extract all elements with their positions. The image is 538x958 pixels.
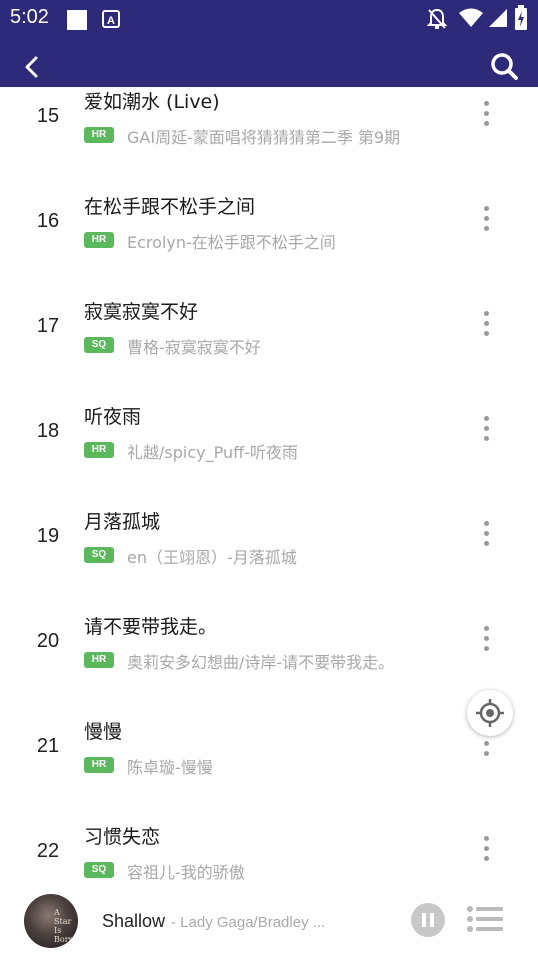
quality-badge: HR: [84, 757, 114, 773]
more-options-button[interactable]: [474, 626, 498, 656]
more-options-button[interactable]: [474, 521, 498, 551]
song-subtitle: 容祖儿-我的骄傲: [127, 863, 245, 882]
song-title: 寂寞寂寞不好: [84, 301, 199, 323]
song-number: 18: [36, 420, 60, 442]
song-number: 22: [36, 840, 60, 862]
song-title: 月落孤城: [84, 511, 161, 533]
song-subtitle: GAI周延-蒙面唱将猜猜猜第二季 第9期: [127, 128, 401, 147]
wifi-icon: [459, 8, 483, 27]
locate-current-button[interactable]: [467, 690, 513, 736]
song-row[interactable]: 19 月落孤城 SQ en（王翊恩）-月落孤城: [0, 507, 538, 612]
song-row[interactable]: 18 听夜雨 HR 礼越/spicy_Puff-听夜雨: [0, 402, 538, 507]
song-title: 听夜雨: [84, 406, 142, 428]
now-playing-artist: - Lady Gaga/Bradley ...: [171, 914, 326, 931]
svg-text:A: A: [107, 15, 115, 27]
playlist-button[interactable]: [466, 905, 504, 935]
album-art[interactable]: A Star Is Born: [24, 894, 78, 948]
playlist-icon: [467, 906, 503, 932]
search-button[interactable]: [484, 45, 524, 85]
more-options-button[interactable]: [474, 101, 498, 131]
song-number: 15: [36, 105, 60, 127]
quality-badge: HR: [84, 652, 114, 668]
quality-badge: HR: [84, 442, 114, 458]
song-title: 在松手跟不松手之间: [84, 196, 256, 218]
song-number: 21: [36, 735, 60, 757]
a-notification-icon: A: [102, 10, 120, 28]
song-subtitle: 曹格-寂寞寂寞不好: [127, 338, 261, 357]
quality-badge: SQ: [84, 547, 114, 563]
battery-charging-icon: [515, 5, 527, 30]
more-options-button[interactable]: [474, 416, 498, 446]
square-notification-icon: [67, 10, 87, 30]
song-title: 请不要带我走。: [84, 616, 218, 638]
pause-button[interactable]: [411, 903, 445, 937]
mini-player[interactable]: A Star Is Born Shallow - Lady Gaga/Bradl…: [0, 887, 538, 958]
crosshair-icon: [476, 699, 504, 727]
pause-icon: [422, 913, 426, 927]
app-bar: [0, 37, 538, 87]
song-subtitle: 陈卓璇-慢慢: [127, 758, 213, 777]
status-bar: 5:02 A: [0, 0, 538, 37]
quality-badge: HR: [84, 232, 114, 248]
song-subtitle: 礼越/spicy_Puff-听夜雨: [127, 443, 298, 462]
more-options-button[interactable]: [474, 311, 498, 341]
song-subtitle: en（王翊恩）-月落孤城: [127, 548, 297, 567]
song-number: 17: [36, 315, 60, 337]
more-options-button[interactable]: [474, 836, 498, 866]
song-subtitle: 奥莉安多幻想曲/诗岸-请不要带我走。: [127, 653, 395, 672]
song-subtitle: Ecrolyn-在松手跟不松手之间: [127, 233, 336, 252]
song-number: 19: [36, 525, 60, 547]
song-row[interactable]: 20 请不要带我走。 HR 奥莉安多幻想曲/诗岸-请不要带我走。: [0, 612, 538, 717]
quality-badge: SQ: [84, 862, 114, 878]
now-playing-title: Shallow: [102, 911, 166, 931]
song-row[interactable]: 22 习惯失恋 SQ 容祖儿-我的骄傲: [0, 822, 538, 887]
song-list: 15 爱如潮水 (Live) HR GAI周延-蒙面唱将猜猜猜第二季 第9期 1…: [0, 87, 538, 887]
song-number: 20: [36, 630, 60, 652]
song-row[interactable]: 16 在松手跟不松手之间 HR Ecrolyn-在松手跟不松手之间: [0, 192, 538, 297]
cell-signal-icon: [489, 9, 507, 27]
song-title: 爱如潮水 (Live): [84, 91, 220, 113]
muted-bell-icon: [426, 8, 448, 29]
pause-icon-bar: [430, 913, 434, 927]
more-options-button[interactable]: [474, 206, 498, 236]
album-art-label: A Star Is Born: [54, 908, 74, 944]
song-number: 16: [36, 210, 60, 232]
song-row[interactable]: 17 寂寞寂寞不好 SQ 曹格-寂寞寂寞不好: [0, 297, 538, 402]
song-row[interactable]: 15 爱如潮水 (Live) HR GAI周延-蒙面唱将猜猜猜第二季 第9期: [0, 87, 538, 192]
search-icon: [491, 53, 518, 80]
song-row[interactable]: 21 慢慢 HR 陈卓璇-慢慢: [0, 717, 538, 822]
back-button[interactable]: [12, 47, 52, 87]
song-title: 慢慢: [84, 721, 123, 743]
back-arrow-icon: [25, 56, 38, 78]
quality-badge: HR: [84, 127, 114, 143]
status-time: 5:02: [10, 6, 49, 28]
song-title: 习惯失恋: [84, 826, 161, 848]
quality-badge: SQ: [84, 337, 114, 353]
